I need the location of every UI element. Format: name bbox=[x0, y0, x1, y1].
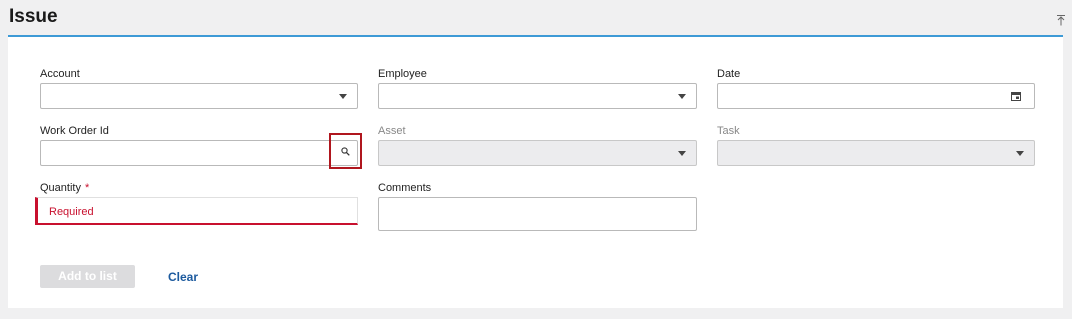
date-label: Date bbox=[717, 68, 741, 80]
employee-select[interactable] bbox=[378, 83, 697, 109]
work-order-lookup-button[interactable] bbox=[329, 133, 362, 169]
chevron-down-icon bbox=[678, 94, 686, 99]
issue-form-panel bbox=[8, 37, 1063, 308]
asset-label: Asset bbox=[378, 125, 406, 137]
required-marker: * bbox=[84, 182, 90, 194]
quantity-label-text: Quantity bbox=[40, 182, 81, 194]
employee-label: Employee bbox=[378, 68, 427, 80]
work-order-id-input[interactable] bbox=[40, 140, 358, 166]
account-select[interactable] bbox=[40, 83, 358, 109]
page-title: Issue bbox=[9, 6, 58, 27]
search-icon bbox=[341, 147, 350, 156]
chevron-down-icon bbox=[678, 151, 686, 156]
task-label: Task bbox=[717, 125, 740, 137]
clear-button[interactable]: Clear bbox=[168, 270, 198, 284]
collapse-up-icon[interactable] bbox=[1056, 14, 1066, 26]
account-label: Account bbox=[40, 68, 80, 80]
chevron-down-icon bbox=[1016, 151, 1024, 156]
date-field[interactable] bbox=[717, 83, 1035, 109]
asset-select bbox=[378, 140, 697, 166]
comments-textarea[interactable] bbox=[378, 197, 697, 231]
task-select bbox=[717, 140, 1035, 166]
quantity-error-text: Required bbox=[49, 206, 94, 218]
page-header: Issue bbox=[0, 0, 1072, 36]
comments-label: Comments bbox=[378, 182, 432, 194]
work-order-id-label: Work Order Id bbox=[40, 125, 109, 137]
chevron-down-icon bbox=[339, 94, 347, 99]
calendar-icon[interactable] bbox=[1011, 91, 1021, 101]
add-to-list-button[interactable]: Add to list bbox=[40, 265, 135, 288]
quantity-input[interactable]: Required bbox=[35, 197, 358, 225]
quantity-label: Quantity * bbox=[40, 182, 89, 194]
